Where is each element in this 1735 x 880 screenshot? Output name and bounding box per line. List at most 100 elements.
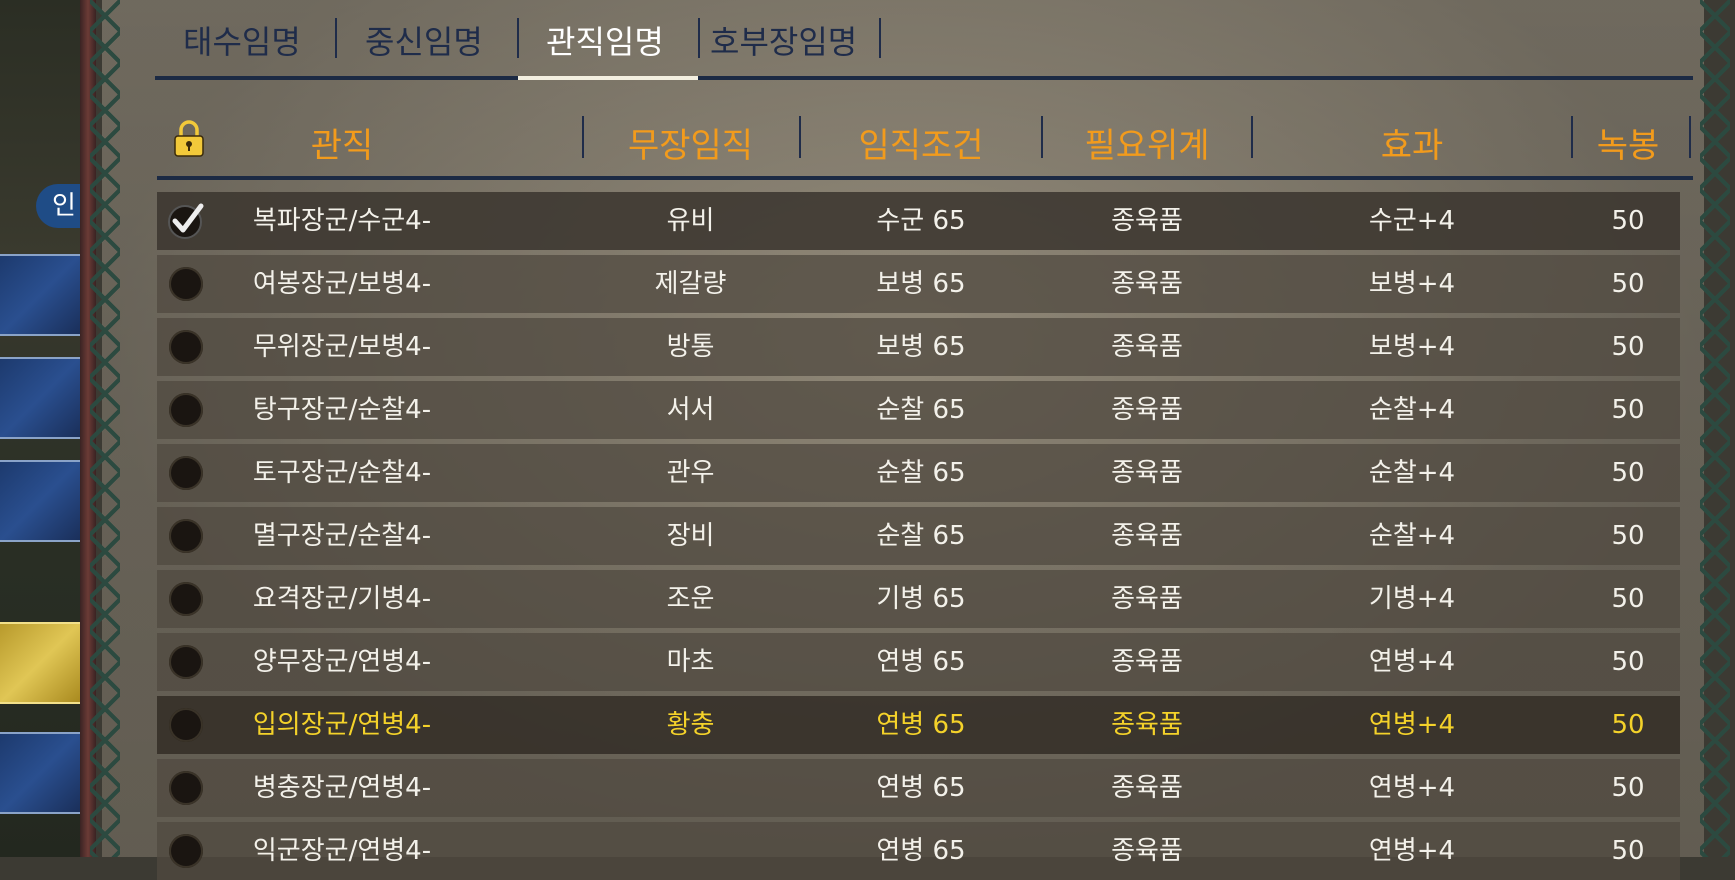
checkmark-icon[interactable]: [167, 200, 207, 240]
side-slot[interactable]: [0, 254, 80, 336]
row-condition: 보병 65: [876, 269, 966, 299]
table-row[interactable]: 입의장군/연병4- 황충 연병 65 종육품 연병+4 50: [157, 696, 1680, 754]
row-title: 멸구장군/순찰4-: [252, 521, 432, 551]
table-row[interactable]: 양무장군/연병4- 마초 연병 65 종육품 연병+4 50: [157, 633, 1680, 691]
table-row[interactable]: 요격장군/기병4- 조운 기병 65 종육품 기병+4 50: [157, 570, 1680, 628]
row-condition: 순찰 65: [876, 395, 966, 425]
row-title: 여봉장군/보병4-: [252, 269, 432, 299]
row-effect: 연병+4: [1368, 710, 1456, 740]
radio-button[interactable]: [169, 393, 203, 427]
row-effect: 기병+4: [1368, 584, 1456, 614]
row-title: 양무장군/연병4-: [252, 647, 432, 677]
header-separator: [1689, 116, 1691, 158]
row-title: 탕구장군/순찰4-: [252, 395, 432, 425]
header-salary[interactable]: 녹봉: [1573, 118, 1683, 167]
row-condition: 연병 65: [876, 710, 966, 740]
radio-button[interactable]: [169, 456, 203, 490]
row-effect: 연병+4: [1368, 773, 1456, 803]
table-row[interactable]: 무위장군/보병4- 방통 보병 65 종육품 보병+4 50: [157, 318, 1680, 376]
row-salary: 50: [1611, 521, 1645, 551]
row-effect: 연병+4: [1368, 836, 1456, 866]
row-title: 무위장군/보병4-: [252, 332, 432, 362]
row-effect: 보병+4: [1368, 269, 1456, 299]
row-rank: 종육품: [1111, 395, 1183, 425]
table-row[interactable]: 여봉장군/보병4- 제갈량 보병 65 종육품 보병+4 50: [157, 255, 1680, 313]
row-condition: 순찰 65: [876, 521, 966, 551]
row-title: 병충장군/연병4-: [252, 773, 432, 803]
header-rank[interactable]: 필요위계: [1043, 118, 1251, 167]
radio-button[interactable]: [169, 330, 203, 364]
tab-separator: [879, 18, 881, 58]
tab-governor[interactable]: 태수임명: [183, 18, 301, 78]
row-general: 제갈량: [654, 269, 727, 299]
row-general: 관우: [666, 458, 715, 488]
row-rank: 종육품: [1111, 332, 1183, 362]
row-condition: 연병 65: [876, 647, 966, 677]
lock-icon[interactable]: [173, 120, 205, 158]
row-condition: 수군 65: [876, 206, 966, 236]
header-general[interactable]: 무장임직: [584, 118, 797, 167]
radio-button[interactable]: [169, 519, 203, 553]
row-rank: 종육품: [1111, 458, 1183, 488]
row-rank: 종육품: [1111, 647, 1183, 677]
tab-separator: [335, 18, 337, 58]
row-effect: 수군+4: [1368, 206, 1456, 236]
radio-button[interactable]: [169, 645, 203, 679]
row-title: 복파장군/수군4-: [252, 206, 432, 236]
table-row[interactable]: 익군장군/연병4- 연병 65 종육품 연병+4 50: [157, 822, 1680, 880]
tab-office[interactable]: 관직임명: [546, 18, 664, 78]
table-header: 관직 무장임직 임직조건 필요위계 효과 녹봉: [157, 100, 1693, 180]
table-row[interactable]: 병충장군/연병4- 연병 65 종육품 연병+4 50: [157, 759, 1680, 817]
row-title: 익군장군/연병4-: [252, 836, 432, 866]
side-slot[interactable]: [0, 460, 80, 542]
header-condition[interactable]: 임직조건: [801, 118, 1041, 167]
row-rank: 종육품: [1111, 584, 1183, 614]
active-tab-indicator: [518, 76, 698, 80]
row-salary: 50: [1611, 836, 1645, 866]
tab-separator: [517, 18, 519, 58]
row-effect: 순찰+4: [1368, 521, 1456, 551]
row-salary: 50: [1611, 206, 1645, 236]
tab-treasury[interactable]: 호부장임명: [710, 18, 857, 78]
row-rank: 종육품: [1111, 710, 1183, 740]
side-slot[interactable]: [0, 357, 80, 439]
row-general: 서서: [666, 395, 715, 425]
border-decoration: [1700, 0, 1730, 857]
row-salary: 50: [1611, 584, 1645, 614]
radio-button[interactable]: [169, 267, 203, 301]
radio-button[interactable]: [169, 834, 203, 868]
radio-button[interactable]: [169, 708, 203, 742]
tab-separator: [698, 18, 700, 58]
row-salary: 50: [1611, 647, 1645, 677]
row-condition: 기병 65: [876, 584, 966, 614]
header-effect[interactable]: 효과: [1253, 118, 1571, 167]
row-rank: 종육품: [1111, 836, 1183, 866]
side-panel: [0, 0, 80, 857]
row-salary: 50: [1611, 710, 1645, 740]
side-slot[interactable]: [0, 732, 80, 814]
row-general: [584, 759, 797, 817]
row-effect: 순찰+4: [1368, 395, 1456, 425]
row-salary: 50: [1611, 332, 1645, 362]
row-rank: 종육품: [1111, 206, 1183, 236]
row-rank: 종육품: [1111, 773, 1183, 803]
row-effect: 연병+4: [1368, 647, 1456, 677]
side-tab[interactable]: 인: [36, 184, 86, 228]
row-effect: 보병+4: [1368, 332, 1456, 362]
table-row[interactable]: 토구장군/순찰4- 관우 순찰 65 종육품 순찰+4 50: [157, 444, 1680, 502]
table-row[interactable]: 복파장군/수군4- 유비 수군 65 종육품 수군+4 50: [157, 192, 1680, 250]
header-title[interactable]: 관직: [217, 118, 467, 167]
tab-minister[interactable]: 중신임명: [365, 18, 483, 78]
row-title: 토구장군/순찰4-: [252, 458, 432, 488]
radio-button[interactable]: [169, 771, 203, 805]
row-rank: 종육품: [1111, 269, 1183, 299]
row-salary: 50: [1611, 395, 1645, 425]
radio-button[interactable]: [169, 582, 203, 616]
table-row[interactable]: 멸구장군/순찰4- 장비 순찰 65 종육품 순찰+4 50: [157, 507, 1680, 565]
row-general: 황충: [666, 710, 715, 740]
side-slot-active[interactable]: [0, 622, 80, 704]
row-rank: 종육품: [1111, 521, 1183, 551]
row-condition: 연병 65: [876, 773, 966, 803]
table-row[interactable]: 탕구장군/순찰4- 서서 순찰 65 종육품 순찰+4 50: [157, 381, 1680, 439]
row-condition: 연병 65: [876, 836, 966, 866]
